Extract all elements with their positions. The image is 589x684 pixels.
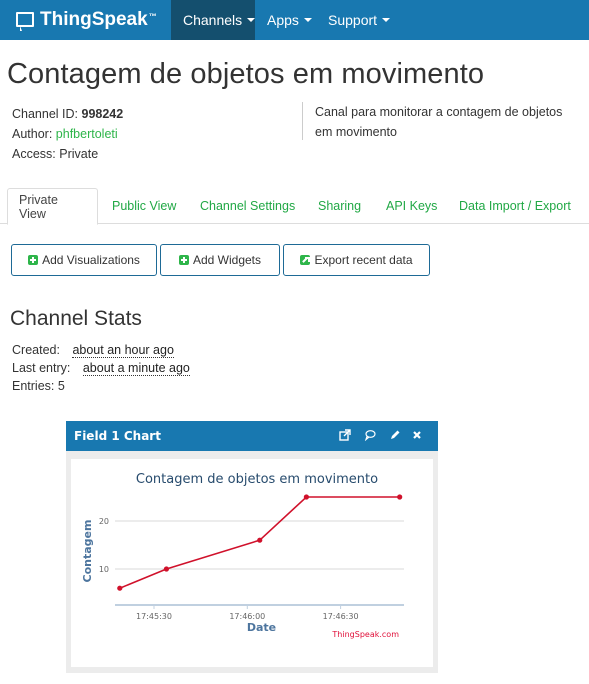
author-row: Author: phfbertoleti xyxy=(12,124,123,144)
data-point[interactable] xyxy=(397,494,403,500)
navbar: ThingSpeak ™ Channels Apps Support xyxy=(0,0,589,40)
access-value: Private xyxy=(59,147,99,161)
last-entry-value: about a minute ago xyxy=(82,361,190,376)
chat-bubble-icon xyxy=(16,11,34,31)
channel-stats: Created: about an hour ago Last entry: a… xyxy=(12,341,190,395)
caret-down-icon xyxy=(382,18,391,22)
pencil-icon[interactable] xyxy=(388,429,402,443)
nav-apps-label: Apps xyxy=(267,12,299,28)
data-point[interactable] xyxy=(163,566,170,572)
created-label: Created: xyxy=(12,343,60,357)
chart-title: Contagem de objetos em movimento xyxy=(136,472,378,487)
external-link-icon[interactable] xyxy=(338,429,352,443)
author-label: Author: xyxy=(12,127,53,141)
brand-logo[interactable]: ThingSpeak ™ xyxy=(16,0,157,40)
entries-label: Entries: xyxy=(12,379,55,393)
tab-api-keys[interactable]: API Keys xyxy=(375,188,448,224)
export-recent-data-label: Export recent data xyxy=(314,253,413,267)
data-point[interactable] xyxy=(117,585,123,591)
field-1-chart-widget: Field 1 Chart Contagem de objetos em mov… xyxy=(66,421,438,673)
add-widgets-button[interactable]: Add Widgets xyxy=(160,244,280,276)
field-1-chart: Contagem de objetos em movimento 10 20 17… xyxy=(81,472,404,639)
entries-value: 5 xyxy=(57,379,65,393)
brand-name: ThingSpeak xyxy=(40,9,148,30)
x-tick-label: 17:45:30 xyxy=(136,612,172,621)
data-point[interactable] xyxy=(303,494,309,500)
y-tick-label: 20 xyxy=(99,517,109,526)
export-icon xyxy=(300,255,311,265)
x-axis-label: Date xyxy=(247,621,276,634)
chart-container: Contagem de objetos em movimento 10 20 17… xyxy=(71,459,433,667)
channel-stats-title: Channel Stats xyxy=(10,307,142,330)
caret-down-icon xyxy=(247,18,256,22)
last-entry-label: Last entry: xyxy=(12,361,71,375)
created-value: about an hour ago xyxy=(72,343,174,358)
last-entry-row: Last entry: about a minute ago xyxy=(12,359,190,377)
comment-icon[interactable] xyxy=(363,429,377,443)
channel-id-value: 998242 xyxy=(81,107,124,121)
tab-sharing[interactable]: Sharing xyxy=(307,188,372,224)
channel-id-row: Channel ID: 998242 xyxy=(12,104,123,124)
plus-icon xyxy=(178,255,189,265)
author-link[interactable]: phfbertoleti xyxy=(56,127,118,141)
chart-credit-link[interactable]: ThingSpeak.com xyxy=(331,630,399,639)
channel-meta: Channel ID: 998242 Author: phfbertoleti … xyxy=(12,104,123,164)
export-recent-data-button[interactable]: Export recent data xyxy=(283,244,430,276)
add-visualizations-label: Add Visualizations xyxy=(42,253,140,267)
tab-public-view[interactable]: Public View xyxy=(101,188,187,224)
tab-channel-settings[interactable]: Channel Settings xyxy=(189,188,306,224)
caret-down-icon xyxy=(303,18,312,22)
channel-description: Canal para monitorar a contagem de objet… xyxy=(302,102,582,140)
nav-channels[interactable]: Channels xyxy=(171,0,256,40)
add-visualizations-button[interactable]: Add Visualizations xyxy=(11,244,157,276)
trademark: ™ xyxy=(148,11,157,21)
y-tick-label: 10 xyxy=(99,565,109,574)
nav-support[interactable]: Support xyxy=(316,0,402,40)
data-point[interactable] xyxy=(257,537,263,543)
channel-tabs: Private View Public View Channel Setting… xyxy=(0,188,589,225)
x-tick-label: 17:46:00 xyxy=(229,612,265,621)
widget-header: Field 1 Chart xyxy=(66,421,438,451)
tab-data-import-export[interactable]: Data Import / Export xyxy=(448,188,582,224)
y-axis-label: Contagem xyxy=(81,520,94,583)
created-row: Created: about an hour ago xyxy=(12,341,190,359)
channel-id-label: Channel ID: xyxy=(12,107,79,121)
nav-support-label: Support xyxy=(328,12,378,28)
nav-channels-label: Channels xyxy=(183,12,243,28)
x-tick-label: 17:46:30 xyxy=(323,612,359,621)
entries-row: Entries: 5 xyxy=(12,377,190,395)
access-label: Access: xyxy=(12,147,56,161)
tab-private-view[interactable]: Private View xyxy=(7,188,98,225)
access-row: Access: Private xyxy=(12,144,123,164)
plus-icon xyxy=(28,255,39,265)
nav-apps[interactable]: Apps xyxy=(255,0,324,40)
widget-title: Field 1 Chart xyxy=(74,429,161,443)
close-icon[interactable] xyxy=(410,429,424,443)
page-title: Contagem de objetos em movimento xyxy=(7,58,485,90)
add-widgets-label: Add Widgets xyxy=(192,253,262,267)
